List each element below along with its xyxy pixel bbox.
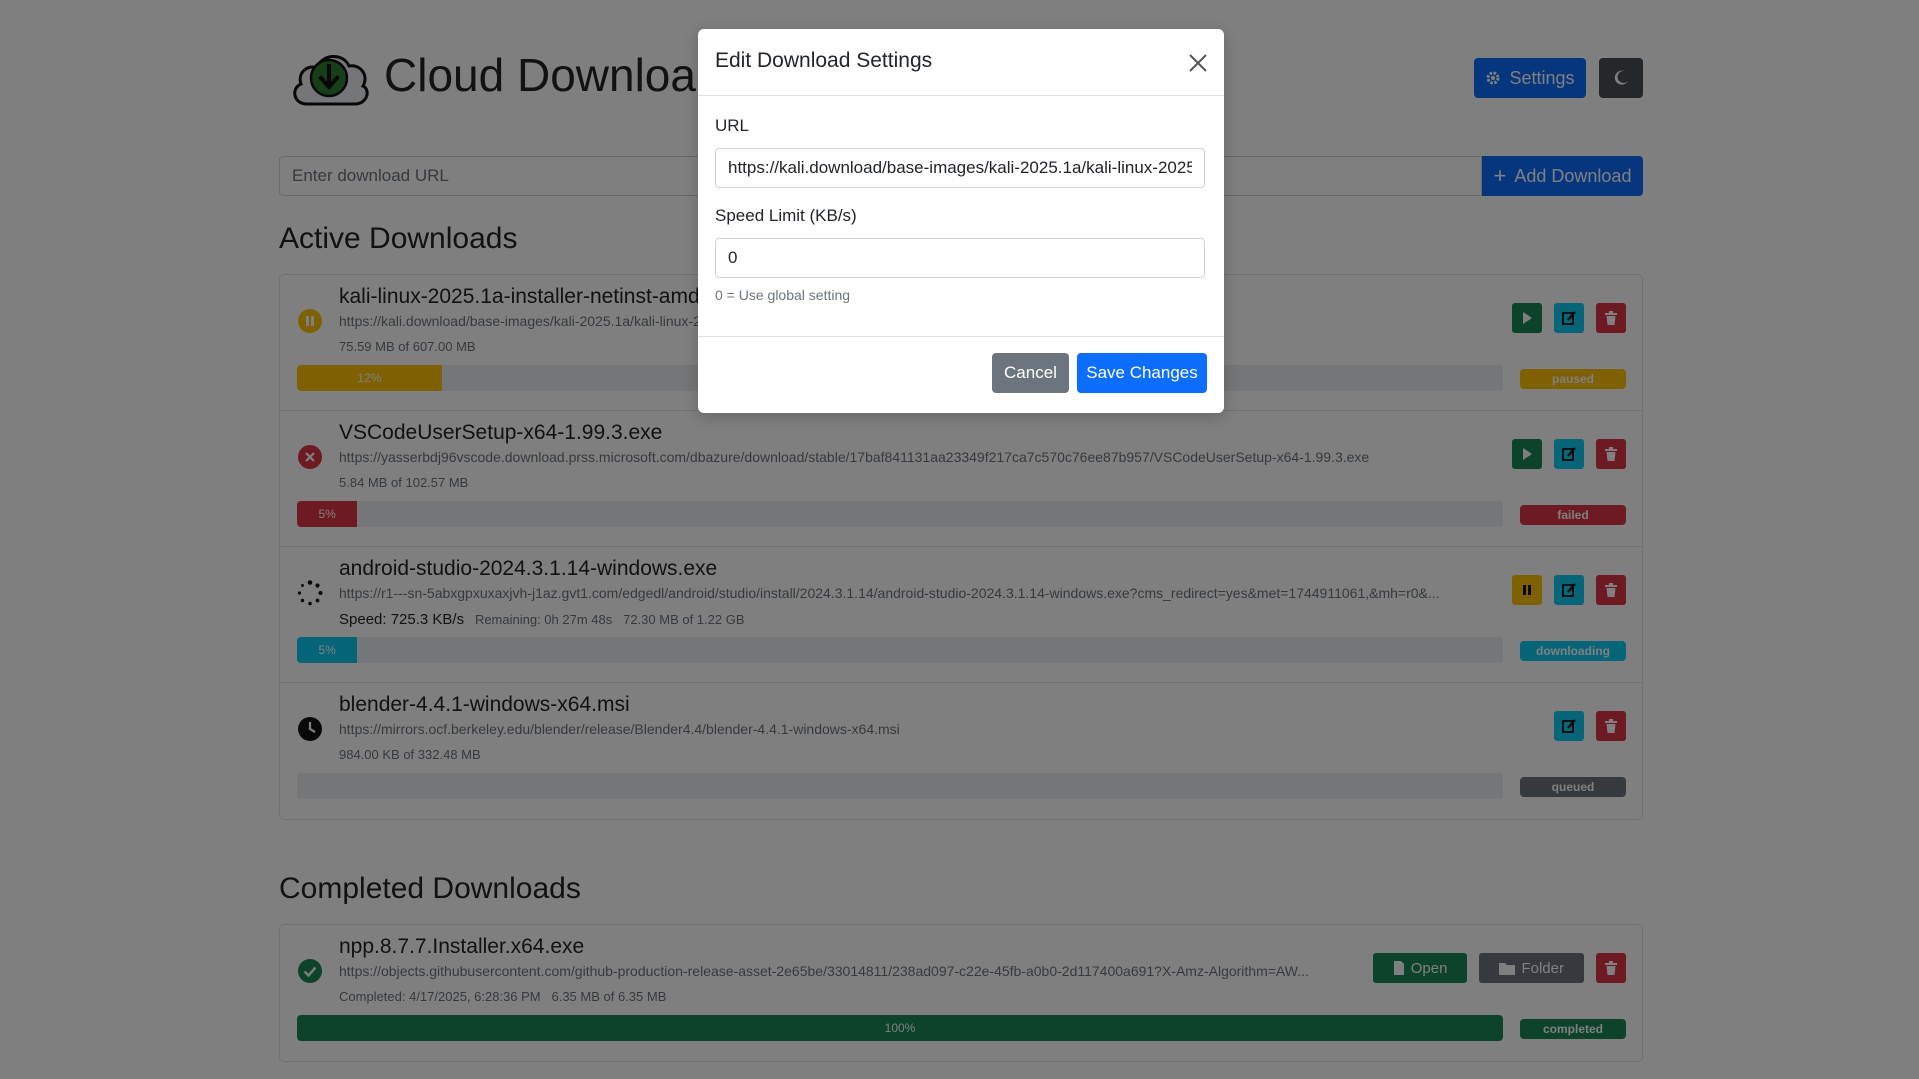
- close-button[interactable]: [1184, 49, 1212, 77]
- cancel-button[interactable]: Cancel: [992, 353, 1069, 393]
- modal-footer: Cancel Save Changes: [698, 337, 1224, 412]
- speed-limit-hint: 0 = Use global setting: [715, 287, 851, 303]
- url-field[interactable]: [715, 148, 1205, 188]
- close-icon: [1189, 54, 1207, 72]
- modal-header: Edit Download Settings: [698, 29, 1224, 96]
- speed-limit-field[interactable]: [715, 238, 1205, 278]
- url-label: URL: [715, 116, 750, 135]
- modal-title: Edit Download Settings: [715, 49, 933, 72]
- edit-download-modal: Edit Download Settings URL Speed Limit (…: [698, 29, 1224, 413]
- modal-body: URL Speed Limit (KB/s) 0 = Use global se…: [698, 96, 1224, 337]
- save-changes-button[interactable]: Save Changes: [1077, 353, 1207, 393]
- speed-limit-label: Speed Limit (KB/s): [715, 206, 857, 225]
